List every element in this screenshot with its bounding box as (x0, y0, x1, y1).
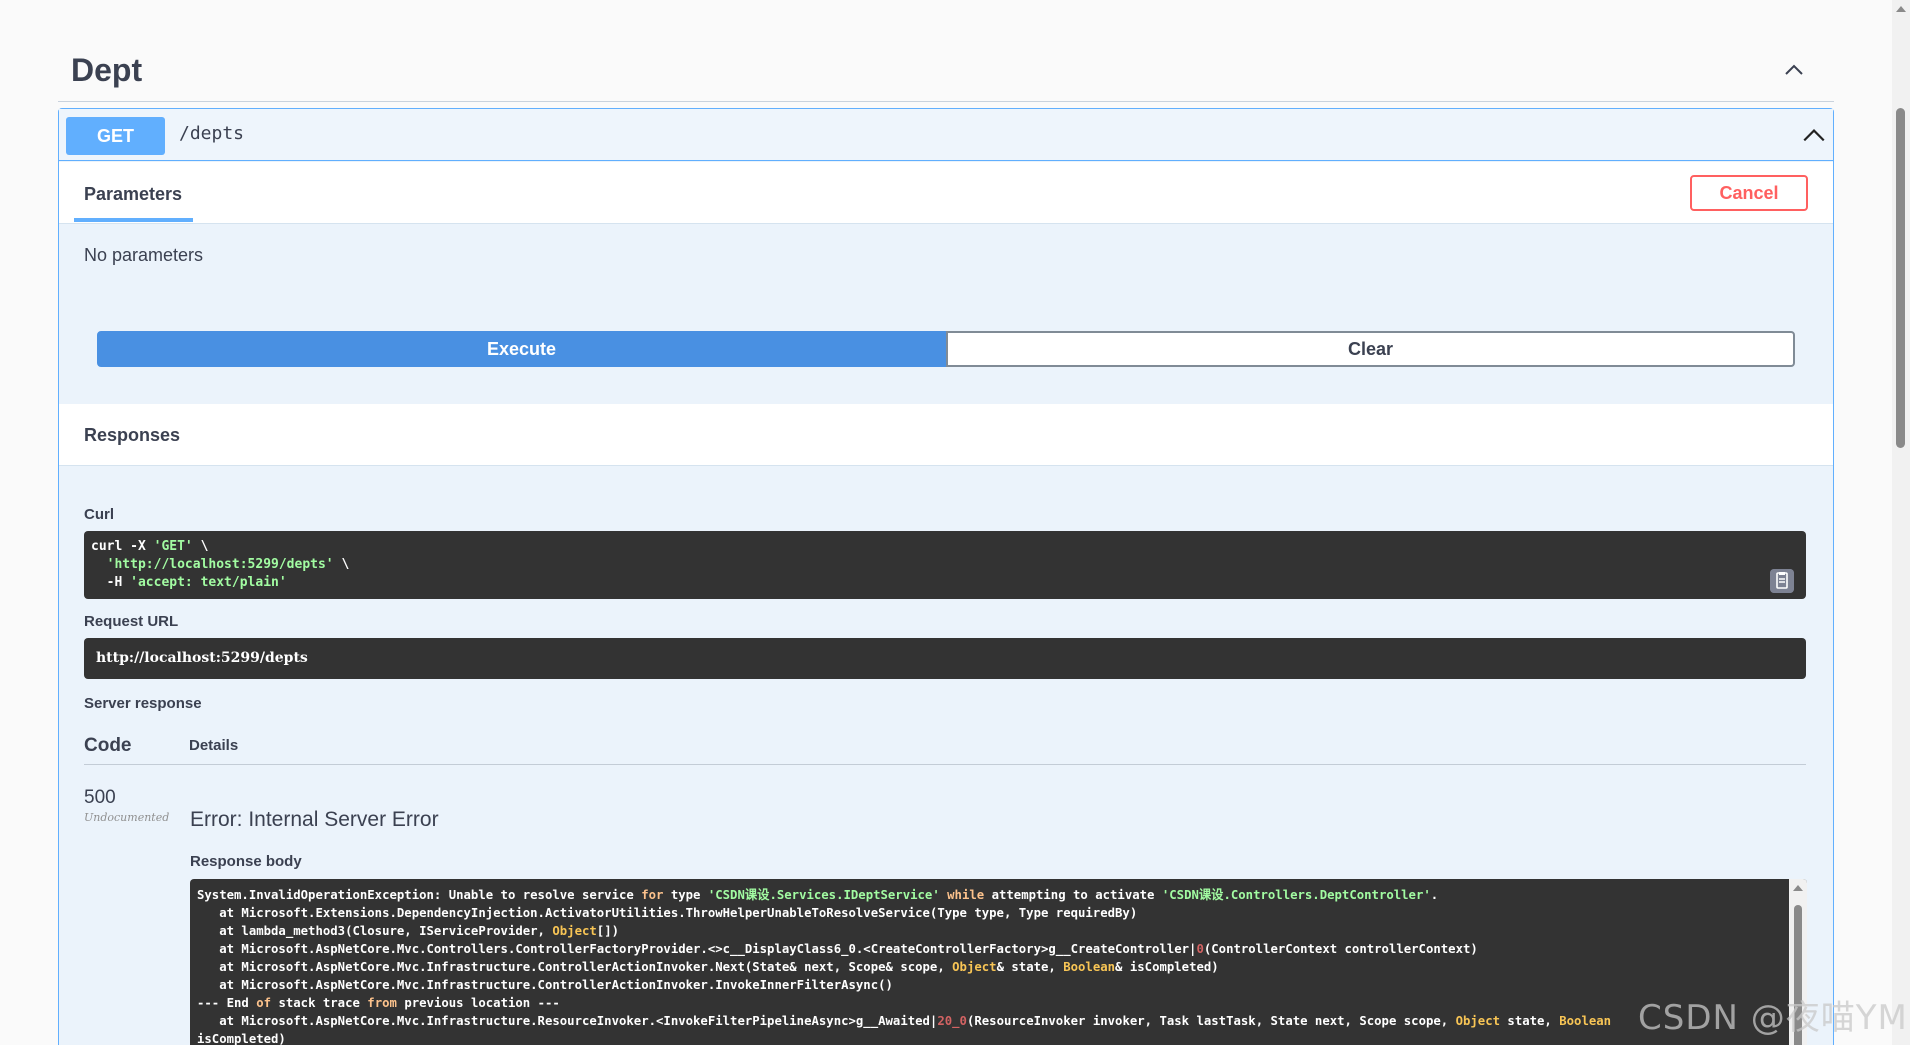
response-code: 500 (84, 787, 116, 808)
response-body-line: at Microsoft.AspNetCore.Mvc.Controllers.… (197, 942, 1478, 956)
response-body-line: at Microsoft.Extensions.DependencyInject… (197, 906, 1138, 920)
curl-line: -H 'accept: text/plain' (91, 575, 287, 590)
error-title: Error: Internal Server Error (190, 808, 439, 831)
chevron-up-icon[interactable] (1801, 123, 1827, 149)
responses-title: Responses (84, 425, 181, 445)
scroll-up-icon[interactable] (1896, 6, 1906, 12)
clear-button[interactable]: Clear (946, 331, 1795, 367)
response-body-line: at Microsoft.AspNetCore.Mvc.Infrastructu… (197, 1014, 1612, 1028)
curl-code-block[interactable]: curl -X 'GET' \ 'http://localhost:5299/d… (84, 531, 1806, 599)
page-scrollbar-thumb[interactable] (1896, 108, 1905, 448)
request-url-label: Request URL (84, 613, 179, 630)
tab-parameters[interactable]: Parameters (84, 184, 182, 205)
execute-button-group: Execute Clear (97, 331, 1795, 367)
tab-underline (74, 218, 193, 222)
request-url-block[interactable]: http://localhost:5299/depts (84, 638, 1806, 679)
details-header: Details (189, 737, 239, 754)
response-body-line: at Microsoft.AspNetCore.Mvc.Infrastructu… (197, 978, 893, 992)
page-scrollbar[interactable] (1892, 0, 1910, 1045)
response-body-line: isCompleted) (197, 1032, 286, 1045)
curl-command: curl -X 'GET' \ 'http://localhost:5299/d… (91, 538, 349, 592)
server-response-label: Server response (84, 695, 202, 712)
curl-line: 'http://localhost:5299/depts' \ (106, 557, 350, 572)
copy-icon[interactable] (1770, 569, 1794, 593)
tag-section-dept[interactable]: Dept (58, 38, 1834, 102)
tag-title: Dept (71, 52, 143, 88)
swagger-page: Dept GET /depts Parameters Cancel No par… (0, 0, 1910, 1045)
response-body-line: at lambda_method3(Closure, IServiceProvi… (197, 924, 620, 938)
curl-line: curl -X 'GET' \ (91, 539, 209, 554)
response-body-text: System.InvalidOperationException: Unable… (197, 886, 1611, 1045)
response-body-line: --- End of stack trace from previous loc… (197, 996, 560, 1010)
response-body-line: at Microsoft.AspNetCore.Mvc.Infrastructu… (197, 960, 1219, 974)
cancel-button[interactable]: Cancel (1690, 175, 1808, 211)
operation-path: /depts (179, 123, 245, 144)
code-header: Code (84, 735, 132, 756)
curl-label: Curl (84, 506, 114, 523)
responses-header: Responses (59, 404, 1833, 466)
chevron-up-icon[interactable] (1782, 58, 1806, 82)
execute-button[interactable]: Execute (97, 331, 946, 367)
response-body-line: System.InvalidOperationException: Unable… (197, 888, 1439, 902)
no-parameters-text: No parameters (84, 245, 204, 265)
response-body-label: Response body (190, 853, 302, 870)
undocumented-note: Undocumented (84, 811, 170, 824)
parameters-header: Parameters Cancel (59, 162, 1833, 224)
operation-summary[interactable]: GET /depts (59, 109, 1833, 161)
scroll-up-icon[interactable] (1793, 885, 1803, 891)
request-url-value: http://localhost:5299/depts (96, 650, 308, 666)
watermark: CSDN @夜喵YM (1638, 998, 1908, 1038)
method-badge: GET (66, 117, 165, 155)
response-table-header: Code Details (84, 723, 1806, 765)
response-body-block[interactable]: System.InvalidOperationException: Unable… (190, 879, 1807, 1045)
